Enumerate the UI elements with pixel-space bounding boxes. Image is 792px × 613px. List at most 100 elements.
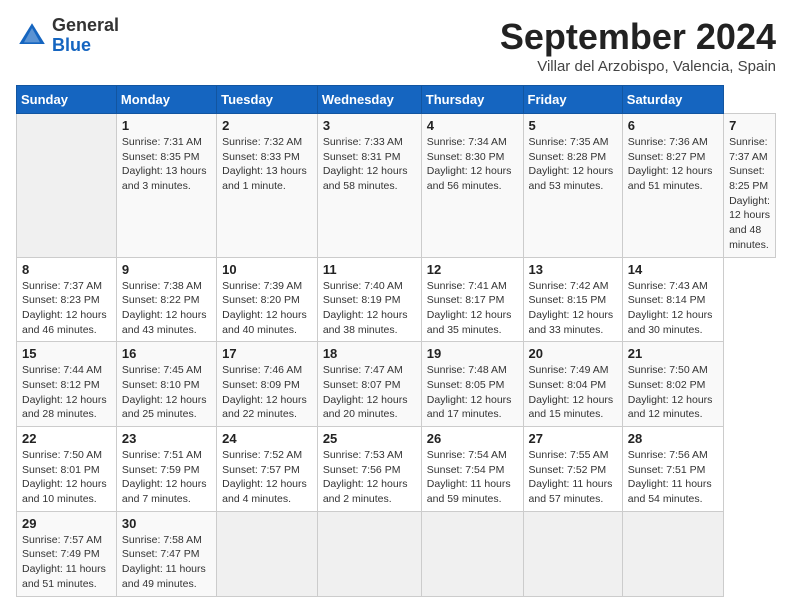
calendar-table: SundayMondayTuesdayWednesdayThursdayFrid… (16, 85, 776, 597)
cell-sun-info: Sunrise: 7:42 AMSunset: 8:15 PMDaylight:… (529, 279, 617, 338)
cell-sun-info: Sunrise: 7:32 AMSunset: 8:33 PMDaylight:… (222, 135, 312, 194)
calendar-cell: 23 Sunrise: 7:51 AMSunset: 7:59 PMDayligh… (116, 427, 216, 512)
month-title: September 2024 (500, 16, 776, 58)
calendar-cell: 20 Sunrise: 7:49 AMSunset: 8:04 PMDayligh… (523, 342, 622, 427)
calendar-cell: 12 Sunrise: 7:41 AMSunset: 8:17 PMDayligh… (421, 257, 523, 342)
cell-sun-info: Sunrise: 7:58 AMSunset: 7:47 PMDaylight:… (122, 533, 211, 592)
day-number: 24 (222, 431, 312, 446)
weekday-header-wednesday: Wednesday (317, 86, 421, 114)
calendar-cell: 14 Sunrise: 7:43 AMSunset: 8:14 PMDayligh… (622, 257, 723, 342)
day-number: 27 (529, 431, 617, 446)
calendar-cell: 19Sunrise: 7:48 AMSunset: 8:05 PMDayligh… (421, 342, 523, 427)
day-number: 6 (628, 118, 718, 133)
calendar-cell (317, 511, 421, 596)
calendar-cell (523, 511, 622, 596)
day-number: 16 (122, 346, 211, 361)
weekday-header-tuesday: Tuesday (217, 86, 318, 114)
calendar-cell: 17Sunrise: 7:46 AMSunset: 8:09 PMDayligh… (217, 342, 318, 427)
empty-cell (17, 114, 117, 258)
calendar-header: SundayMondayTuesdayWednesdayThursdayFrid… (17, 86, 776, 114)
cell-sun-info: Sunrise: 7:50 AMSunset: 8:02 PMDaylight:… (628, 363, 718, 422)
page-header: General Blue September 2024 Villar del A… (16, 16, 776, 75)
day-number: 12 (427, 262, 518, 277)
cell-sun-info: Sunrise: 7:45 AMSunset: 8:10 PMDaylight:… (122, 363, 211, 422)
day-number: 8 (22, 262, 111, 277)
cell-sun-info: Sunrise: 7:49 AMSunset: 8:04 PMDaylight:… (529, 363, 617, 422)
weekday-header-monday: Monday (116, 86, 216, 114)
cell-sun-info: Sunrise: 7:37 AMSunset: 8:25 PMDaylight:… (729, 135, 770, 253)
calendar-cell: 5 Sunrise: 7:35 AMSunset: 8:28 PMDaylight… (523, 114, 622, 258)
calendar-cell: 29 Sunrise: 7:57 AMSunset: 7:49 PMDayligh… (17, 511, 117, 596)
calendar-cell: 25 Sunrise: 7:53 AMSunset: 7:56 PMDayligh… (317, 427, 421, 512)
cell-sun-info: Sunrise: 7:40 AMSunset: 8:19 PMDaylight:… (323, 279, 416, 338)
calendar-week-3: 22Sunrise: 7:50 AMSunset: 8:01 PMDayligh… (17, 427, 776, 512)
calendar-cell: 21Sunrise: 7:50 AMSunset: 8:02 PMDayligh… (622, 342, 723, 427)
cell-sun-info: Sunrise: 7:35 AMSunset: 8:28 PMDaylight:… (529, 135, 617, 194)
day-number: 4 (427, 118, 518, 133)
calendar-cell: 16 Sunrise: 7:45 AMSunset: 8:10 PMDayligh… (116, 342, 216, 427)
calendar-cell: 24 Sunrise: 7:52 AMSunset: 7:57 PMDayligh… (217, 427, 318, 512)
day-number: 11 (323, 262, 416, 277)
day-number: 1 (122, 118, 211, 133)
calendar-cell: 10 Sunrise: 7:39 AMSunset: 8:20 PMDayligh… (217, 257, 318, 342)
calendar-cell: 15 Sunrise: 7:44 AMSunset: 8:12 PMDayligh… (17, 342, 117, 427)
calendar-cell: 2Sunrise: 7:32 AMSunset: 8:33 PMDaylight… (217, 114, 318, 258)
calendar-cell: 6 Sunrise: 7:36 AMSunset: 8:27 PMDaylight… (622, 114, 723, 258)
calendar-cell: 3 Sunrise: 7:33 AMSunset: 8:31 PMDaylight… (317, 114, 421, 258)
day-number: 10 (222, 262, 312, 277)
weekday-header-friday: Friday (523, 86, 622, 114)
calendar-cell: 22Sunrise: 7:50 AMSunset: 8:01 PMDayligh… (17, 427, 117, 512)
weekday-header-saturday: Saturday (622, 86, 723, 114)
calendar-week-1: 8 Sunrise: 7:37 AMSunset: 8:23 PMDaylight… (17, 257, 776, 342)
calendar-cell: 9 Sunrise: 7:38 AMSunset: 8:22 PMDaylight… (116, 257, 216, 342)
calendar-cell: 30 Sunrise: 7:58 AMSunset: 7:47 PMDayligh… (116, 511, 216, 596)
cell-sun-info: Sunrise: 7:34 AMSunset: 8:30 PMDaylight:… (427, 135, 518, 194)
day-number: 14 (628, 262, 718, 277)
cell-sun-info: Sunrise: 7:41 AMSunset: 8:17 PMDaylight:… (427, 279, 518, 338)
cell-sun-info: Sunrise: 7:47 AMSunset: 8:07 PMDaylight:… (323, 363, 416, 422)
day-number: 29 (22, 516, 111, 531)
logo-text: General Blue (52, 16, 119, 56)
day-number: 28 (628, 431, 718, 446)
cell-sun-info: Sunrise: 7:53 AMSunset: 7:56 PMDaylight:… (323, 448, 416, 507)
cell-sun-info: Sunrise: 7:39 AMSunset: 8:20 PMDaylight:… (222, 279, 312, 338)
weekday-header-sunday: Sunday (17, 86, 117, 114)
day-number: 13 (529, 262, 617, 277)
weekday-header-thursday: Thursday (421, 86, 523, 114)
cell-sun-info: Sunrise: 7:57 AMSunset: 7:49 PMDaylight:… (22, 533, 111, 592)
cell-sun-info: Sunrise: 7:55 AMSunset: 7:52 PMDaylight:… (529, 448, 617, 507)
cell-sun-info: Sunrise: 7:37 AMSunset: 8:23 PMDaylight:… (22, 279, 111, 338)
day-number: 30 (122, 516, 211, 531)
day-number: 22 (22, 431, 111, 446)
cell-sun-info: Sunrise: 7:52 AMSunset: 7:57 PMDaylight:… (222, 448, 312, 507)
day-number: 19 (427, 346, 518, 361)
day-number: 15 (22, 346, 111, 361)
calendar-week-4: 29 Sunrise: 7:57 AMSunset: 7:49 PMDayligh… (17, 511, 776, 596)
calendar-body: 1 Sunrise: 7:31 AMSunset: 8:35 PMDaylight… (17, 114, 776, 597)
calendar-cell (622, 511, 723, 596)
calendar-cell: 11 Sunrise: 7:40 AMSunset: 8:19 PMDayligh… (317, 257, 421, 342)
cell-sun-info: Sunrise: 7:38 AMSunset: 8:22 PMDaylight:… (122, 279, 211, 338)
day-number: 5 (529, 118, 617, 133)
cell-sun-info: Sunrise: 7:51 AMSunset: 7:59 PMDaylight:… (122, 448, 211, 507)
calendar-week-2: 15 Sunrise: 7:44 AMSunset: 8:12 PMDayligh… (17, 342, 776, 427)
calendar-cell: 1 Sunrise: 7:31 AMSunset: 8:35 PMDaylight… (116, 114, 216, 258)
cell-sun-info: Sunrise: 7:31 AMSunset: 8:35 PMDaylight:… (122, 135, 211, 194)
day-number: 18 (323, 346, 416, 361)
calendar-cell (217, 511, 318, 596)
cell-sun-info: Sunrise: 7:44 AMSunset: 8:12 PMDaylight:… (22, 363, 111, 422)
calendar-cell (421, 511, 523, 596)
location: Villar del Arzobispo, Valencia, Spain (500, 58, 776, 75)
calendar-cell: 28Sunrise: 7:56 AMSunset: 7:51 PMDayligh… (622, 427, 723, 512)
calendar-cell: 18 Sunrise: 7:47 AMSunset: 8:07 PMDayligh… (317, 342, 421, 427)
calendar-cell: 13 Sunrise: 7:42 AMSunset: 8:15 PMDayligh… (523, 257, 622, 342)
cell-sun-info: Sunrise: 7:43 AMSunset: 8:14 PMDaylight:… (628, 279, 718, 338)
cell-sun-info: Sunrise: 7:33 AMSunset: 8:31 PMDaylight:… (323, 135, 416, 194)
day-number: 9 (122, 262, 211, 277)
day-number: 17 (222, 346, 312, 361)
day-number: 3 (323, 118, 416, 133)
day-number: 20 (529, 346, 617, 361)
cell-sun-info: Sunrise: 7:36 AMSunset: 8:27 PMDaylight:… (628, 135, 718, 194)
day-number: 25 (323, 431, 416, 446)
day-number: 23 (122, 431, 211, 446)
